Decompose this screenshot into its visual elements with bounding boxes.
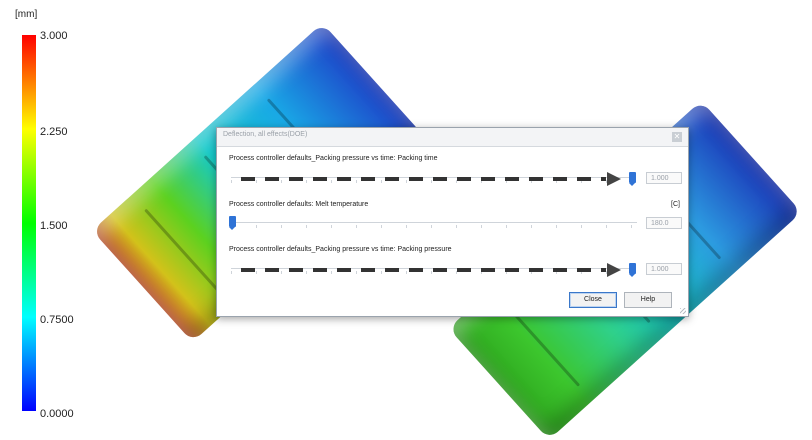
legend-label-max: 3.000 [40, 30, 68, 42]
close-button[interactable]: Close [569, 292, 617, 308]
dashed-arrow-line [241, 268, 606, 272]
row-label-melt-temperature: Process controller defaults: Melt temper… [229, 201, 369, 208]
value-field-melt-temperature[interactable]: 180.0 [646, 217, 682, 229]
row-packing-time: Process controller defaults_Packing pres… [229, 155, 676, 162]
row-packing-pressure: Process controller defaults_Packing pres… [229, 246, 676, 253]
close-icon[interactable]: ✕ [672, 132, 682, 142]
arrow-head-icon [607, 263, 621, 277]
legend-label-min: 0.0000 [40, 408, 74, 420]
row-label-packing-pressure: Process controller defaults_Packing pres… [229, 246, 452, 253]
legend-label-2: 2.250 [40, 126, 68, 138]
unit-label-celsius: [C] [671, 201, 680, 208]
dashed-arrow-line [241, 177, 606, 181]
color-legend-bar [22, 35, 36, 411]
slider-thumb-packing-pressure[interactable] [629, 263, 636, 277]
arrow-head-icon [607, 172, 621, 186]
row-melt-temperature: Process controller defaults: Melt temper… [229, 201, 676, 208]
slider-thumb-packing-time[interactable] [629, 172, 636, 186]
legend-label-mid: 1.500 [40, 220, 68, 232]
legend-unit-label: [mm] [15, 9, 38, 20]
value-field-packing-pressure[interactable]: 1.000 [646, 263, 682, 275]
deflection-dialog: Deflection, all effects(DOE) ✕ Process c… [216, 127, 689, 317]
dialog-title: Deflection, all effects(DOE) [223, 131, 308, 138]
legend-label-4: 0.7500 [40, 314, 74, 326]
slider-thumb-melt-temperature[interactable] [229, 216, 236, 230]
row-label-packing-time: Process controller defaults_Packing pres… [229, 155, 438, 162]
help-button[interactable]: Help [624, 292, 672, 308]
dialog-titlebar[interactable]: Deflection, all effects(DOE) ✕ [217, 128, 688, 147]
resize-grip-icon[interactable] [680, 308, 686, 314]
value-field-packing-time[interactable]: 1.000 [646, 172, 682, 184]
